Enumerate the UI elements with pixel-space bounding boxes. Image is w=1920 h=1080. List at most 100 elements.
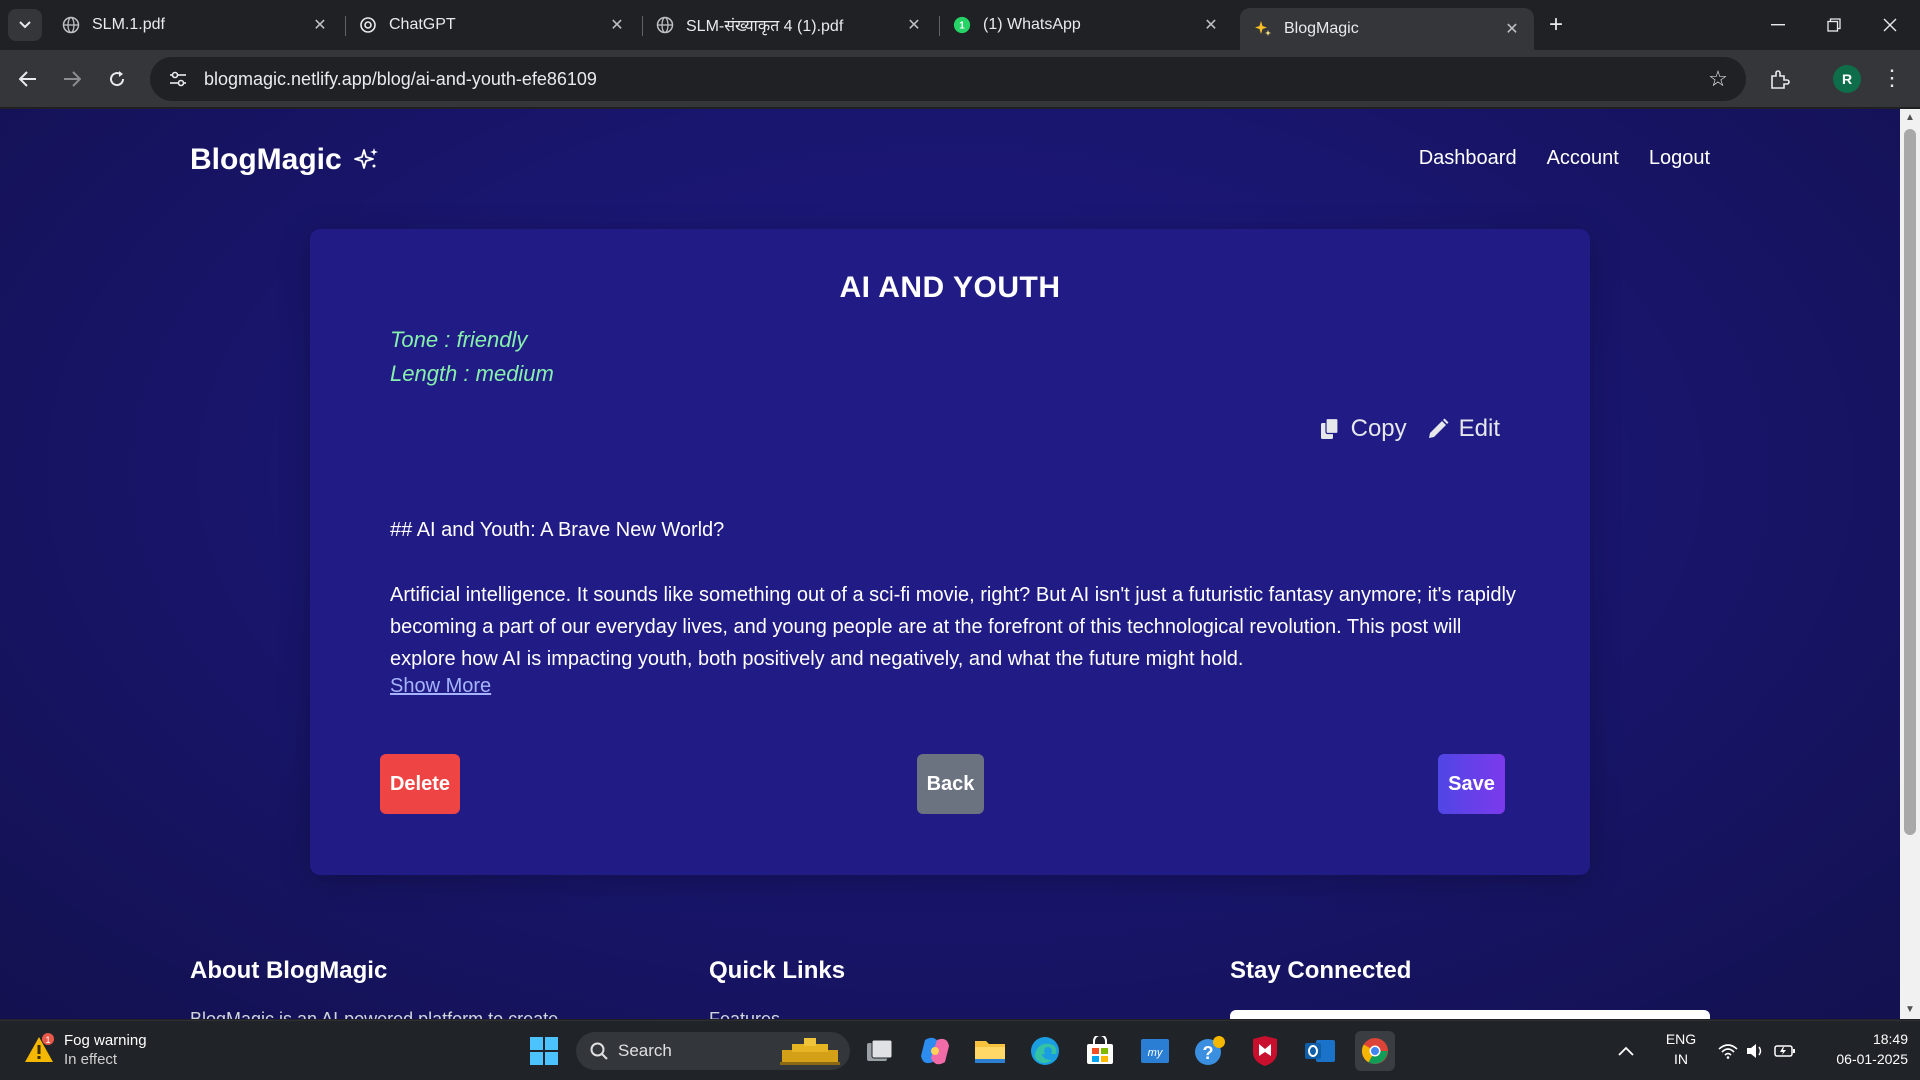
weather-subtitle: In effect xyxy=(64,1051,118,1068)
footer-about-text: BlogMagic is an AI-powered platform to c… xyxy=(190,1009,559,1019)
search-label: Search xyxy=(618,1041,672,1060)
scroll-up-arrow-icon[interactable]: ▲ xyxy=(1900,109,1920,127)
svg-text:?: ? xyxy=(1203,1043,1214,1063)
close-icon[interactable]: ✕ xyxy=(904,15,924,35)
show-hidden-icons-chevron-icon[interactable] xyxy=(1618,1021,1634,1080)
post-tone: Tone : friendly xyxy=(390,327,528,352)
language-indicator[interactable]: ENG IN xyxy=(1660,1029,1702,1069)
blog-post-card: AI AND YOUTH Tone : friendly Length : me… xyxy=(310,229,1590,875)
profile-avatar[interactable]: R xyxy=(1833,65,1861,93)
bookmark-star-icon[interactable]: ☆ xyxy=(1698,66,1738,92)
tab-search-chevron-icon[interactable] xyxy=(8,9,42,41)
post-markdown-heading: ## AI and Youth: A Brave New World? xyxy=(390,519,725,541)
copy-icon xyxy=(1320,417,1340,439)
window-close-icon[interactable] xyxy=(1862,0,1918,50)
back-button[interactable]: Back xyxy=(917,754,984,814)
site-logo[interactable]: BlogMagic xyxy=(190,143,380,177)
wifi-icon[interactable] xyxy=(1718,1021,1738,1080)
svg-text:1: 1 xyxy=(45,1035,50,1045)
file-explorer-icon[interactable] xyxy=(970,1031,1010,1071)
chrome-taskbar-icon[interactable] xyxy=(1355,1031,1395,1071)
post-actions: Copy Edit xyxy=(1319,415,1500,443)
tab-slm-pdf[interactable]: SLM.1.pdf ✕ xyxy=(48,8,342,42)
footer-links-title: Quick Links xyxy=(709,957,846,984)
microsoft-store-icon[interactable] xyxy=(1080,1031,1120,1071)
weather-widget[interactable]: 1 Fog warning In effect xyxy=(22,1031,147,1069)
tab-title: (1) WhatsApp xyxy=(983,16,1081,33)
restore-icon[interactable] xyxy=(1806,0,1862,50)
reload-icon[interactable] xyxy=(101,63,133,95)
clock-date: 06-01-2025 xyxy=(1836,1051,1908,1067)
back-arrow-icon[interactable] xyxy=(12,63,44,95)
footer-link-features[interactable]: Features xyxy=(709,1009,780,1019)
copilot-icon[interactable] xyxy=(915,1031,955,1071)
taskbar-search-box[interactable]: Search xyxy=(576,1032,850,1070)
svg-text:my: my xyxy=(1148,1047,1164,1059)
url-text[interactable]: blogmagic.netlify.app/blog/ai-and-youth-… xyxy=(204,69,1698,90)
svg-text:1: 1 xyxy=(959,21,965,32)
edge-browser-icon[interactable] xyxy=(1025,1031,1065,1071)
tab-whatsapp[interactable]: 1 (1) WhatsApp ✕ xyxy=(939,8,1233,42)
search-highlight-temple-icon xyxy=(780,1038,840,1065)
footer-about-title: About BlogMagic xyxy=(190,957,388,984)
address-bar[interactable]: blogmagic.netlify.app/blog/ai-and-youth-… xyxy=(150,57,1746,101)
mylip-app-icon[interactable]: my xyxy=(1135,1031,1175,1071)
edit-button[interactable]: Edit xyxy=(1427,415,1500,443)
globe-icon xyxy=(656,16,674,34)
page-viewport: BlogMagic Dashboard Account Logout AI AN… xyxy=(0,109,1900,1019)
copy-button[interactable]: Copy xyxy=(1319,415,1407,443)
weather-title: Fog warning xyxy=(64,1032,147,1049)
save-button[interactable]: Save xyxy=(1438,754,1505,814)
footer-connect-title: Stay Connected xyxy=(1230,957,1412,984)
fog-warning-icon: 1 xyxy=(25,1033,54,1062)
battery-icon[interactable] xyxy=(1774,1021,1796,1080)
chatgpt-icon xyxy=(359,16,377,34)
globe-icon xyxy=(62,16,80,34)
taskbar-clock[interactable]: 18:49 06-01-2025 xyxy=(1808,1029,1908,1069)
close-icon[interactable]: ✕ xyxy=(607,15,627,35)
minimize-icon[interactable] xyxy=(1750,0,1806,50)
tab-blogmagic[interactable]: BlogMagic ✕ xyxy=(1240,8,1534,50)
pencil-icon xyxy=(1428,418,1449,438)
page-scrollbar[interactable]: ▲ ▼ xyxy=(1900,109,1920,1019)
task-view-icon[interactable] xyxy=(860,1031,900,1071)
scroll-down-arrow-icon[interactable]: ▼ xyxy=(1900,1001,1920,1019)
nav-dashboard-link[interactable]: Dashboard xyxy=(1419,147,1517,170)
new-tab-plus-icon[interactable]: + xyxy=(1542,12,1570,38)
sparkle-icon xyxy=(352,146,380,174)
show-more-link[interactable]: Show More xyxy=(390,675,491,698)
browser-tab-strip: SLM.1.pdf ✕ ChatGPT ✕ SLM-संख्याकृत 4 (1… xyxy=(0,0,1920,50)
browser-menu-icon[interactable]: ⋮ xyxy=(1880,63,1904,95)
close-icon[interactable]: ✕ xyxy=(1502,19,1522,39)
post-title: AI AND YOUTH xyxy=(839,271,1061,304)
site-info-icon[interactable] xyxy=(158,71,198,87)
windows-taskbar: 1 Fog warning In effect Search my ? ENG … xyxy=(0,1020,1920,1080)
nav-logout-link[interactable]: Logout xyxy=(1649,147,1710,170)
browser-toolbar: blogmagic.netlify.app/blog/ai-and-youth-… xyxy=(0,50,1920,108)
search-icon xyxy=(590,1042,608,1060)
edit-label: Edit xyxy=(1458,415,1500,442)
close-icon[interactable]: ✕ xyxy=(1201,15,1221,35)
lang-top: ENG xyxy=(1665,1031,1697,1047)
lang-bottom: IN xyxy=(1674,1051,1688,1067)
close-icon[interactable]: ✕ xyxy=(310,15,330,35)
post-body: Artificial intelligence. It sounds like … xyxy=(390,584,1516,670)
outlook-icon[interactable] xyxy=(1300,1031,1340,1071)
site-nav: Dashboard Account Logout xyxy=(1419,147,1710,170)
scrollbar-thumb[interactable] xyxy=(1904,129,1916,835)
mcafee-shield-icon[interactable] xyxy=(1245,1031,1285,1071)
tab-title: BlogMagic xyxy=(1284,20,1359,37)
nav-account-link[interactable]: Account xyxy=(1547,147,1619,170)
volume-icon[interactable] xyxy=(1746,1021,1766,1080)
sparkle-icon xyxy=(1254,20,1272,38)
newsletter-email-input[interactable] xyxy=(1230,1010,1710,1019)
help-icon[interactable]: ? xyxy=(1190,1031,1230,1071)
tab-title: SLM-संख्याकृत 4 (1).pdf xyxy=(686,18,844,35)
delete-button[interactable]: Delete xyxy=(380,754,460,814)
windows-start-icon[interactable] xyxy=(524,1031,564,1071)
extensions-puzzle-icon[interactable] xyxy=(1764,63,1796,95)
forward-arrow-icon[interactable] xyxy=(56,63,88,95)
tab-chatgpt[interactable]: ChatGPT ✕ xyxy=(345,8,639,42)
tab-slm-hindi-pdf[interactable]: SLM-संख्याकृत 4 (1).pdf ✕ xyxy=(642,8,936,42)
clock-time: 18:49 xyxy=(1872,1031,1908,1047)
